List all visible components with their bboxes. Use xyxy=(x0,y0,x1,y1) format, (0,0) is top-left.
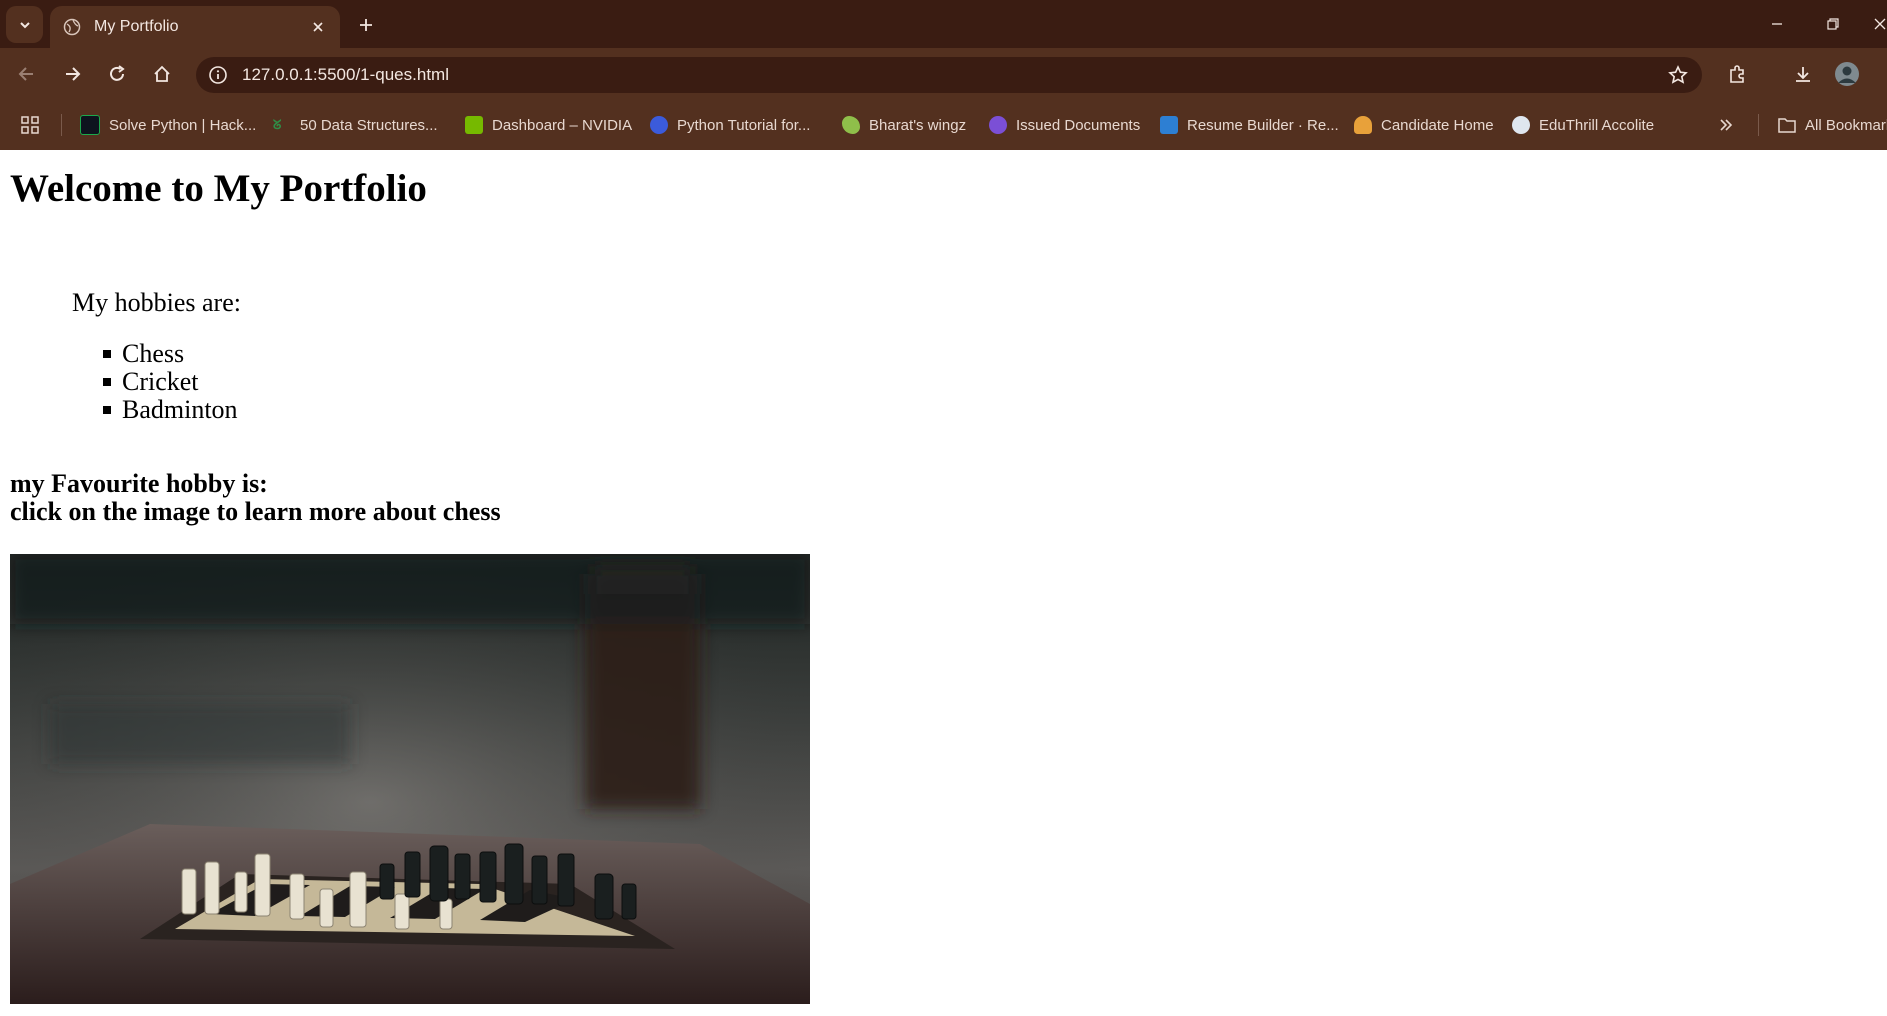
bookmark-item[interactable]: Python Tutorial for... xyxy=(650,113,810,137)
list-item: Cricket xyxy=(103,367,238,396)
navigation-toolbar: 127.0.0.1:5500/1-ques.html xyxy=(0,48,1887,100)
bookmark-label: Bharat's wingz xyxy=(869,116,967,134)
home-icon[interactable] xyxy=(149,61,175,87)
download-icon[interactable] xyxy=(1790,61,1816,87)
hobby-label: Chess xyxy=(122,339,185,368)
tab-search-button[interactable] xyxy=(6,6,43,43)
apps-grid-icon[interactable] xyxy=(20,113,40,137)
url-text[interactable]: 127.0.0.1:5500/1-ques.html xyxy=(242,65,449,85)
active-tab[interactable]: My Portfolio xyxy=(50,6,340,48)
bookmark-label: Candidate Home xyxy=(1381,116,1494,134)
bookmark-label: Issued Documents xyxy=(1016,116,1141,134)
bookmark-item[interactable]: Solve Python | Hack... xyxy=(80,113,256,137)
tab-strip: My Portfolio xyxy=(0,0,1887,48)
back-icon[interactable] xyxy=(14,61,40,87)
bookmark-star-icon[interactable] xyxy=(1666,63,1690,87)
hobby-list: Chess Cricket Badminton xyxy=(103,339,238,424)
bookmark-label: EduThrill Accolite xyxy=(1539,116,1655,134)
bookmark-label: Python Tutorial for... xyxy=(677,116,811,134)
bookmarks-bar: Solve Python | Hack... ᘜ 50 Data Structu… xyxy=(0,100,1887,150)
minimize-icon[interactable] xyxy=(1765,12,1789,36)
folder-icon xyxy=(1778,118,1796,133)
digilocker-icon xyxy=(989,116,1007,134)
bookmark-label: Solve Python | Hack... xyxy=(109,116,257,134)
bookmark-item[interactable]: EduThrill Accolite xyxy=(1512,113,1654,137)
globe-icon xyxy=(62,17,82,37)
page-content: Welcome to My Portfolio My hobbies are: … xyxy=(0,150,1887,1016)
bookmark-label: 50 Data Structures... xyxy=(300,116,438,134)
square-bullet-icon xyxy=(103,406,111,414)
bookmarks-divider xyxy=(1758,114,1759,136)
chevron-down-icon xyxy=(19,21,30,28)
bookmark-item[interactable]: Bharat's wingz xyxy=(842,113,966,137)
bookmark-item[interactable]: Dashboard – NVIDIA xyxy=(465,113,632,137)
square-bullet-icon xyxy=(103,378,111,386)
eduthrill-icon xyxy=(1512,116,1530,134)
all-bookmarks-label: All Bookmarks xyxy=(1805,116,1887,134)
square-bullet-icon xyxy=(103,350,111,358)
resume-builder-icon xyxy=(1160,116,1178,134)
hobby-label: Badminton xyxy=(122,395,238,424)
page-title: Welcome to My Portfolio xyxy=(10,167,427,210)
chess-image-link[interactable] xyxy=(10,554,810,1004)
profile-avatar[interactable] xyxy=(1834,61,1860,87)
site-info-icon[interactable] xyxy=(206,63,230,87)
favourite-line: my Favourite hobby is: xyxy=(10,469,268,498)
list-item: Badminton xyxy=(103,395,238,424)
bookmark-item[interactable]: ᘜ 50 Data Structures... xyxy=(273,113,438,137)
more-bookmarks-icon[interactable] xyxy=(1718,113,1734,137)
favourite-hobby-text: my Favourite hobby is: click on the imag… xyxy=(10,470,501,526)
new-tab-icon[interactable] xyxy=(354,13,378,37)
reload-icon[interactable] xyxy=(104,61,130,87)
close-window-icon[interactable] xyxy=(1868,12,1887,36)
restore-icon[interactable] xyxy=(1821,12,1845,36)
bookmark-item[interactable]: Resume Builder · Re... xyxy=(1160,113,1339,137)
python-tutorial-icon xyxy=(650,116,668,134)
bookmarks-divider xyxy=(61,114,62,136)
bookmark-item[interactable]: Candidate Home xyxy=(1354,113,1494,137)
nvidia-icon xyxy=(465,116,483,134)
all-bookmarks-folder[interactable]: All Bookmarks xyxy=(1777,113,1887,137)
close-tab-icon[interactable] xyxy=(306,15,330,39)
bookmark-item[interactable]: Issued Documents xyxy=(989,113,1140,137)
address-bar[interactable]: 127.0.0.1:5500/1-ques.html xyxy=(196,57,1702,93)
forward-icon[interactable] xyxy=(59,61,85,87)
hobby-label: Cricket xyxy=(122,367,199,396)
candidate-home-icon xyxy=(1354,116,1372,134)
hackerrank-icon xyxy=(80,115,100,135)
bookmark-label: Dashboard – NVIDIA xyxy=(492,116,633,134)
hobbies-intro: My hobbies are: xyxy=(72,288,241,317)
geeksforgeeks-icon: ᘜ xyxy=(273,117,282,132)
tab-title: My Portfolio xyxy=(94,18,179,35)
wingz-icon xyxy=(842,116,860,134)
click-instruction: click on the image to learn more about c… xyxy=(10,497,501,526)
bookmark-label: Resume Builder · Re... xyxy=(1187,116,1339,134)
list-item: Chess xyxy=(103,339,238,368)
extensions-icon[interactable] xyxy=(1724,61,1750,87)
